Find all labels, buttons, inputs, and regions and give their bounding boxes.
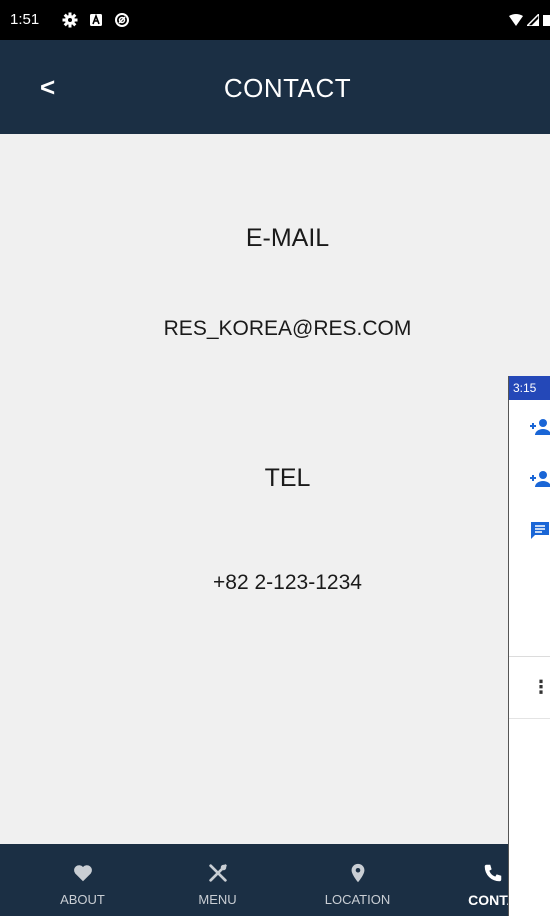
settings-gear-icon bbox=[62, 12, 78, 28]
recent-app-divider bbox=[509, 656, 550, 657]
add-contact-icon[interactable] bbox=[529, 416, 550, 438]
email-heading: E-MAIL bbox=[245, 224, 330, 252]
bottom-nav: ABOUT MENU LOCATION CONTA bbox=[0, 844, 550, 916]
status-time: 1:51 bbox=[10, 11, 40, 28]
nav-item-location[interactable]: LOCATION bbox=[300, 844, 415, 916]
tel-value[interactable]: +82 2-123-1234 bbox=[0, 571, 550, 595]
phone-icon bbox=[484, 864, 501, 882]
notification-a-icon bbox=[90, 13, 102, 26]
status-icons-left bbox=[62, 12, 130, 28]
heart-icon bbox=[73, 865, 92, 882]
map-pin-icon bbox=[351, 863, 364, 883]
email-value[interactable]: RES_KOREA@RES.COM bbox=[0, 317, 550, 341]
recent-app-card[interactable]: 3:15 ⋮ bbox=[508, 376, 550, 916]
data-saver-icon bbox=[115, 13, 129, 27]
page-title: CONTACT bbox=[223, 73, 352, 103]
status-icons-right bbox=[509, 14, 550, 26]
message-icon[interactable] bbox=[529, 520, 550, 542]
nav-item-menu[interactable]: MENU bbox=[160, 844, 275, 916]
app-bar: < CONTACT bbox=[0, 40, 550, 134]
nav-label-location: LOCATION bbox=[324, 892, 391, 907]
signal-icon bbox=[527, 14, 539, 26]
status-bar: 1:51 bbox=[0, 0, 550, 40]
nav-label-menu: MENU bbox=[198, 892, 237, 907]
wifi-icon bbox=[509, 14, 523, 26]
nav-label-about: ABOUT bbox=[60, 892, 105, 907]
utensils-icon bbox=[208, 864, 227, 882]
tel-heading: TEL bbox=[264, 464, 311, 492]
more-vert-icon[interactable]: ⋮ bbox=[532, 677, 550, 698]
nav-item-about[interactable]: ABOUT bbox=[25, 844, 140, 916]
battery-icon bbox=[543, 15, 550, 26]
contact-content: E-MAIL RES_KOREA@RES.COM TEL +82 2-123-1… bbox=[0, 134, 550, 844]
add-contact-icon[interactable] bbox=[529, 468, 550, 490]
recent-app-status-time: 3:15 bbox=[509, 376, 550, 400]
recent-app-divider bbox=[509, 718, 550, 719]
